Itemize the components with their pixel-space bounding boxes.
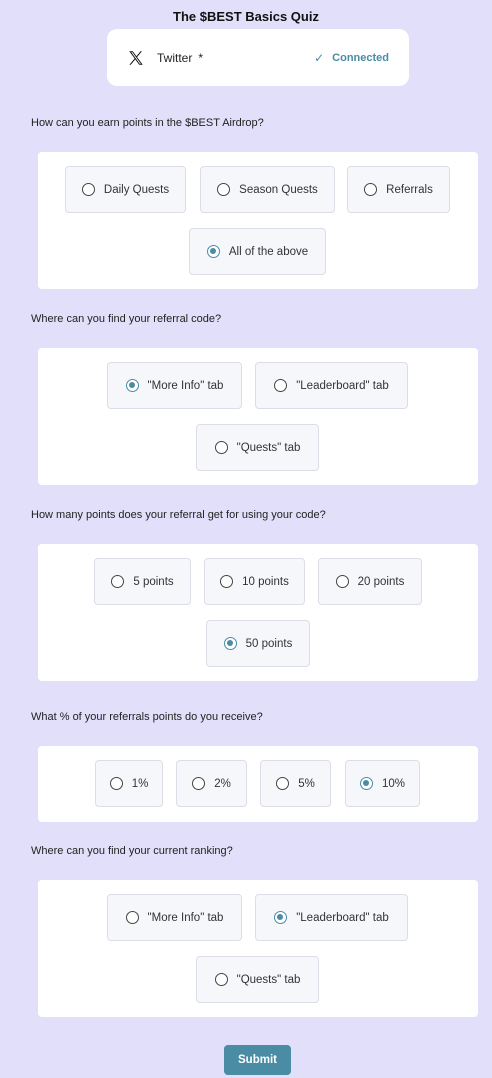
radio-icon[interactable] [276,777,290,790]
option-label: 1% [131,777,149,790]
q4-option-1-percent[interactable]: 1% [95,760,163,807]
question-5-options-card: "More Info" tab "Leaderboard" tab "Quest… [38,880,478,1017]
radio-icon[interactable] [111,575,125,588]
radio-icon[interactable] [364,183,378,196]
option-label: "Quests" tab [236,441,301,454]
q1-option-referrals[interactable]: Referrals [347,166,450,213]
q1-option-season-quests[interactable]: Season Quests [200,166,335,213]
page-title: The $BEST Basics Quiz [173,9,319,24]
radio-selected-icon[interactable] [125,379,139,392]
option-label: 20 points [357,575,405,588]
q2-option-quests-tab[interactable]: "Quests" tab [196,424,319,471]
q5-option-more-info-tab[interactable]: "More Info" tab [107,894,242,941]
q4-option-2-percent[interactable]: 2% [176,760,247,807]
option-label: 5% [298,777,315,790]
radio-selected-icon[interactable] [206,245,220,258]
submit-button[interactable]: Submit [224,1045,291,1075]
checkmark-icon: ✓ [314,50,325,65]
q5-option-leaderboard-tab[interactable]: "Leaderboard" tab [255,894,408,941]
q2-option-leaderboard-tab[interactable]: "Leaderboard" tab [255,362,408,409]
radio-icon[interactable] [214,973,228,986]
radio-selected-icon[interactable] [359,777,373,790]
twitter-label: Twitter [157,50,193,65]
option-label: Season Quests [239,183,318,196]
q4-option-5-percent[interactable]: 5% [260,760,331,807]
q1-option-all-of-the-above[interactable]: All of the above [189,228,326,275]
q2-option-more-info-tab[interactable]: "More Info" tab [107,362,242,409]
option-label: "More Info" tab [147,379,224,392]
q3-option-5-points[interactable]: 5 points [94,558,191,605]
radio-icon[interactable] [220,575,234,588]
question-5-text: Where can you find your current ranking? [31,845,233,857]
option-label: "Leaderboard" tab [296,911,389,924]
twitter-connection-card: Twitter * ✓ Connected [107,29,409,86]
question-1-text: How can you earn points in the $BEST Air… [31,117,264,129]
q4-option-10-percent[interactable]: 10% [345,760,420,807]
q3-option-20-points[interactable]: 20 points [318,558,422,605]
q3-option-10-points[interactable]: 10 points [204,558,305,605]
radio-icon[interactable] [214,441,228,454]
option-label: "Quests" tab [236,973,301,986]
radio-icon[interactable] [109,777,123,790]
q3-option-50-points[interactable]: 50 points [206,620,310,667]
radio-icon[interactable] [335,575,349,588]
question-4-options-card: 1% 2% 5% 10% [38,746,478,822]
radio-icon[interactable] [125,911,139,924]
option-label: 10 points [242,575,289,588]
radio-icon[interactable] [217,183,231,196]
x-logo-icon [129,50,143,65]
connected-label: Connected [332,51,389,64]
question-1-options-card: Daily Quests Season Quests Referrals All… [38,152,478,289]
option-label: "Leaderboard" tab [296,379,389,392]
option-label: Referrals [386,183,433,196]
option-label: 5 points [133,575,174,588]
radio-icon[interactable] [81,183,95,196]
connected-status: ✓ Connected [314,51,389,65]
radio-selected-icon[interactable] [274,911,288,924]
radio-icon[interactable] [274,379,288,392]
radio-selected-icon[interactable] [223,637,237,650]
option-label: 10% [381,777,406,790]
option-label: 50 points [245,637,293,650]
question-2-text: Where can you find your referral code? [31,313,222,325]
question-2-options-card: "More Info" tab "Leaderboard" tab "Quest… [38,348,478,485]
option-label: 2% [214,777,231,790]
q5-option-quests-tab[interactable]: "Quests" tab [196,956,319,1003]
required-asterisk: * [198,50,204,65]
radio-icon[interactable] [192,777,206,790]
question-3-text: How many points does your referral get f… [31,509,326,521]
question-4-text: What % of your referrals points do you r… [31,711,263,723]
option-label: Daily Quests [103,183,170,196]
question-3-options-card: 5 points 10 points 20 points 50 points [38,544,478,681]
q1-option-daily-quests[interactable]: Daily Quests [65,166,186,213]
option-label: All of the above [228,245,309,258]
option-label: "More Info" tab [147,911,224,924]
